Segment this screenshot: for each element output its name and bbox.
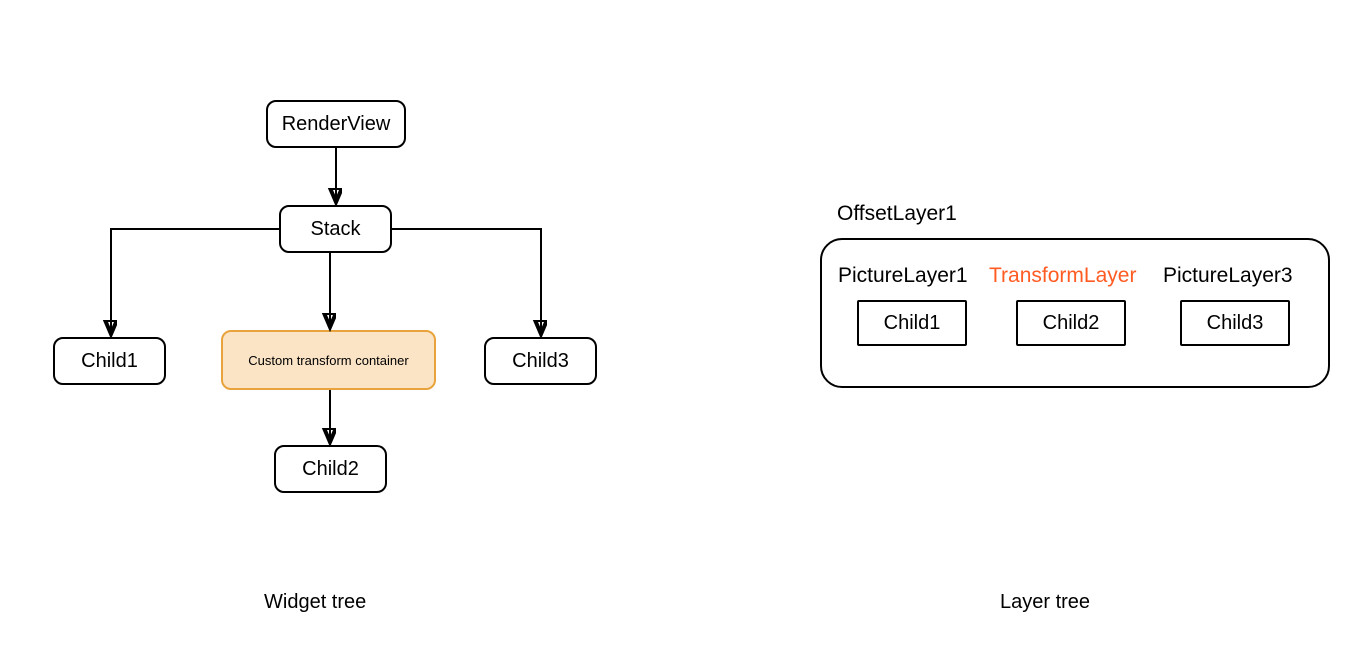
- layerbox-child3: Child3: [1180, 300, 1290, 346]
- caption-layer-tree-label: Layer tree: [1000, 591, 1090, 613]
- caption-layer-tree: Layer tree: [1000, 591, 1090, 614]
- layerbox-child2: Child2: [1016, 300, 1126, 346]
- layerbox-child3-label: Child3: [1207, 312, 1264, 335]
- layer-offset-header-label: OffsetLayer1: [837, 202, 957, 225]
- layerbox-child1: Child1: [857, 300, 967, 346]
- caption-widget-tree: Widget tree: [264, 591, 366, 614]
- label-transformlayer-text: TransformLayer: [989, 264, 1136, 287]
- layerbox-child2-label: Child2: [1043, 312, 1100, 335]
- layer-offset-header: OffsetLayer1: [837, 202, 957, 226]
- layerbox-child1-label: Child1: [884, 312, 941, 335]
- label-picturelayer1: PictureLayer1: [838, 264, 968, 288]
- label-transformlayer: TransformLayer: [989, 264, 1136, 288]
- caption-widget-tree-label: Widget tree: [264, 591, 366, 613]
- label-picturelayer3-text: PictureLayer3: [1163, 264, 1293, 287]
- label-picturelayer1-text: PictureLayer1: [838, 264, 968, 287]
- label-picturelayer3: PictureLayer3: [1163, 264, 1293, 288]
